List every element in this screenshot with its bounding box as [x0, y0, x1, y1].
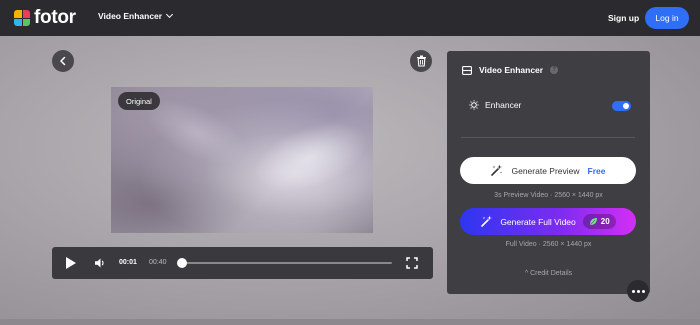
product-menu-label: Video Enhancer: [98, 11, 163, 21]
credit-cost-badge: 20: [582, 214, 616, 229]
smoke-texture: [244, 108, 373, 206]
product-menu-dropdown[interactable]: Video Enhancer: [98, 10, 174, 21]
panel-divider: [461, 137, 635, 138]
generate-preview-label: Generate Preview: [511, 165, 580, 176]
preview-video-info: 3s Preview Video · 2560 × 1440 px: [494, 192, 603, 199]
video-enhancer-icon: [462, 65, 472, 75]
enhancer-toggle[interactable]: [612, 101, 631, 111]
chevron-down-icon: [166, 10, 174, 19]
volume-icon[interactable]: [94, 257, 106, 269]
total-duration: 00:40: [149, 259, 167, 266]
help-icon[interactable]: ?: [550, 66, 559, 74]
enhancer-settings-panel: Video Enhancer ? Enhancer Generate Previ…: [447, 51, 650, 294]
generate-full-video-button[interactable]: Generate Full Video 20: [460, 208, 636, 235]
trash-icon: [416, 55, 426, 67]
current-time: 00:01: [119, 259, 137, 266]
delete-button[interactable]: [410, 50, 432, 72]
generate-full-video-label: Generate Full Video: [500, 216, 576, 227]
sparkle-wand-icon: [481, 215, 493, 227]
full-video-info: Full Video · 2560 × 1440 px: [505, 241, 592, 248]
back-arrow-icon: [60, 56, 66, 66]
seek-bar-track[interactable]: [182, 262, 392, 264]
original-badge: Original: [118, 92, 160, 110]
free-price-label: Free: [587, 165, 606, 176]
chevron-up-icon: ^: [524, 270, 529, 277]
logo-text: fotor: [34, 7, 76, 28]
generate-preview-button[interactable]: Generate Preview Free: [460, 157, 636, 184]
top-navigation-bar: fotor Video Enhancer Sign up Log in: [0, 0, 700, 36]
more-dots-icon: [631, 289, 635, 293]
play-icon[interactable]: [66, 257, 76, 269]
sign-up-link[interactable]: Sign up: [608, 13, 639, 23]
back-button[interactable]: [52, 50, 74, 72]
fotor-logo[interactable]: fotor: [14, 7, 76, 28]
credit-cost-value: 20: [600, 217, 610, 226]
sparkle-wand-icon: [491, 164, 503, 176]
panel-title: Video Enhancer: [479, 65, 544, 75]
log-in-button[interactable]: Log in: [645, 7, 689, 29]
bottom-edge: [0, 319, 700, 325]
enhance-icon: [469, 100, 479, 110]
credit-details-label: Credit Details: [530, 270, 573, 277]
seek-bar-thumb[interactable]: [177, 258, 187, 268]
fotor-logo-mark-icon: [14, 10, 30, 26]
fullscreen-icon[interactable]: [406, 257, 418, 269]
leaf-credit-icon: [589, 218, 597, 225]
video-controls-bar: 00:01 00:40: [52, 247, 433, 279]
enhancer-option: Enhancer: [469, 100, 521, 110]
more-options-button[interactable]: [627, 280, 649, 302]
enhancer-label: Enhancer: [485, 100, 522, 110]
credit-details-link[interactable]: ^ Credit Details: [447, 270, 650, 277]
panel-header: Video Enhancer ?: [462, 65, 559, 75]
